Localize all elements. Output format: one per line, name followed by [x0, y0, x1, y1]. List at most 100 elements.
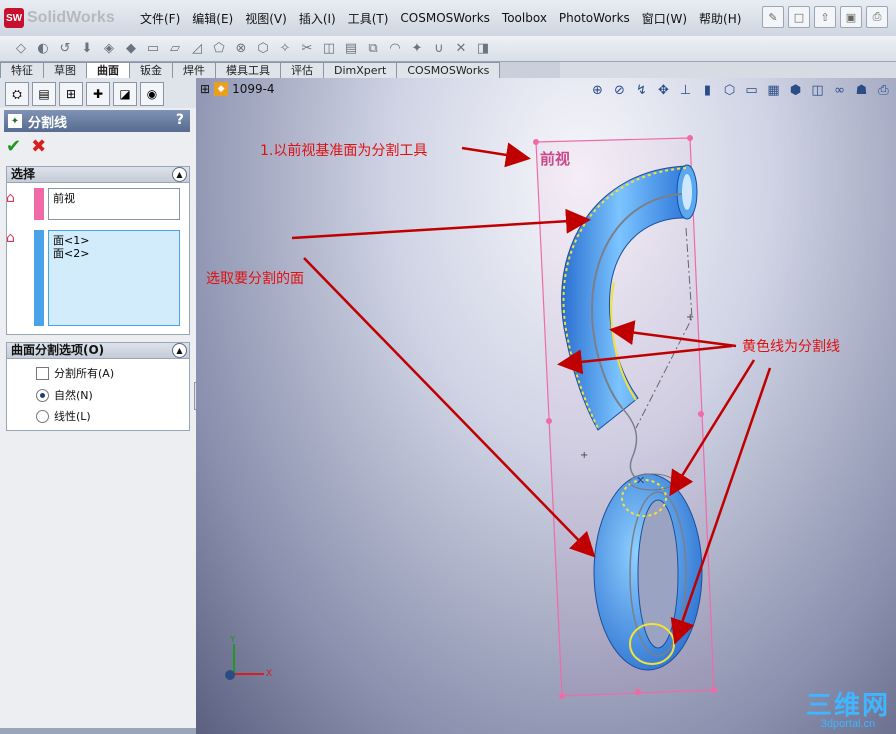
new-document-icon[interactable]: □ — [788, 6, 810, 28]
logo-text: SolidWorks — [27, 9, 115, 26]
thicken-icon[interactable]: ▤ — [342, 40, 360, 58]
radiate-surface-icon[interactable]: ◿ — [188, 40, 206, 58]
feature-manager-tab-icon[interactable]: ⛭ — [5, 82, 29, 106]
tab-sketch[interactable]: 草图 — [43, 62, 87, 78]
faces-color-swatch — [34, 230, 44, 326]
trim-surface-icon[interactable]: ✂ — [298, 40, 316, 58]
menu-insert[interactable]: 插入(I) — [299, 10, 336, 27]
faces-to-split-list[interactable]: 面<1> 面<2> — [48, 230, 180, 326]
y-axis-label: Y — [229, 635, 236, 645]
annotation-splitting-tool: 1.以前视基准面为分割工具 — [260, 143, 428, 159]
menu-view[interactable]: 视图(V) — [245, 10, 287, 27]
menu-edit[interactable]: 编辑(E) — [192, 10, 233, 27]
svg-text:✕: ✕ — [636, 474, 645, 487]
checkbox-box[interactable] — [36, 366, 49, 380]
untrim-surface-icon[interactable]: ◫ — [320, 40, 338, 58]
print-icon[interactable]: ⎙ — [866, 6, 888, 28]
tab-mold-tools[interactable]: 模具工具 — [215, 62, 281, 78]
save-icon[interactable]: ▣ — [840, 6, 862, 28]
swept-surface-icon[interactable]: ↺ — [56, 40, 74, 58]
property-manager-tab-icon[interactable]: ▤ — [32, 82, 56, 106]
fillet-icon[interactable]: ◠ — [386, 40, 404, 58]
panel-bottom-strip — [0, 728, 196, 734]
watermark-title: 三维网 — [805, 690, 890, 720]
selection-section-header[interactable]: 选择 ▲ — [6, 166, 190, 183]
tab-weldments[interactable]: 焊件 — [172, 62, 216, 78]
reference-geometry-icon[interactable]: ✕ — [452, 40, 470, 58]
graphics-area[interactable]: ⊞ ◆ 1099-4 ⊕ ⊘ ↯ ✥ ⊥ ▮ ⬡ ▭ ▦ ⬢ ◫ ∞ ☗ ⎙ +… — [196, 78, 896, 734]
panel-title: 分割线 — [28, 115, 68, 131]
tab-evaluate[interactable]: 评估 — [280, 62, 324, 78]
extruded-surface-icon[interactable]: ◇ — [12, 40, 30, 58]
menu-photoworks[interactable]: PhotoWorks — [559, 11, 630, 25]
plane-selector-icon: ⌂ — [6, 190, 15, 206]
selection-heading: 选择 — [11, 167, 36, 181]
ok-check-icon[interactable]: ✔ — [6, 136, 21, 157]
tab-cosmosworks[interactable]: COSMOSWorks — [396, 62, 501, 78]
open-icon[interactable]: ⇧ — [814, 6, 836, 28]
revolved-surface-icon[interactable]: ◐ — [34, 40, 52, 58]
offset-surface-icon[interactable]: ▱ — [166, 40, 184, 58]
delete-face-icon[interactable]: ⊗ — [232, 40, 250, 58]
display-manager-tab-icon[interactable]: ◪ — [113, 82, 137, 106]
knit-surface-icon[interactable]: ⬠ — [210, 40, 228, 58]
x-axis-label: X — [266, 669, 272, 679]
configuration-manager-tab-icon[interactable]: ⊞ — [59, 82, 83, 106]
radio-circle[interactable] — [36, 409, 49, 423]
collapse-up-icon[interactable]: ▲ — [172, 343, 187, 358]
boundary-surface-icon[interactable]: ◈ — [100, 40, 118, 58]
options-section-header[interactable]: 曲面分割选项(O) ▲ — [6, 342, 190, 359]
lofted-surface-icon[interactable]: ⬇ — [78, 40, 96, 58]
plane-color-swatch — [34, 188, 44, 220]
menu-toolbox[interactable]: Toolbox — [502, 11, 547, 25]
natural-radio[interactable]: 自然(N) — [36, 387, 93, 403]
quick-access-toolbar: ✎ □ ⇧ ▣ ⎙ — [762, 6, 888, 28]
tab-features[interactable]: 特征 — [0, 62, 44, 78]
replace-face-icon[interactable]: ⬡ — [254, 40, 272, 58]
dimxpert-manager-tab-icon[interactable]: ✚ — [86, 82, 110, 106]
help-icon[interactable]: ? — [176, 112, 184, 128]
pin-icon[interactable]: ✎ — [762, 6, 784, 28]
faces-selector-icon: ⌂ — [6, 230, 15, 246]
planar-surface-icon[interactable]: ▭ — [144, 40, 162, 58]
cut-with-surface-icon[interactable]: ⧉ — [364, 40, 382, 58]
tab-dimxpert[interactable]: DimXpert — [323, 62, 398, 78]
menu-tools[interactable]: 工具(T) — [348, 10, 389, 27]
panel-title-bar: ✦ 分割线 ? — [4, 110, 190, 132]
appearance-tab-icon[interactable]: ◉ — [140, 82, 164, 106]
ring-part[interactable]: ✕ — [593, 473, 703, 671]
triad-axes: Y X — [225, 635, 272, 680]
list-item[interactable]: 面<1> — [53, 234, 175, 247]
menu-file[interactable]: 文件(F) — [140, 10, 180, 27]
options-heading: 曲面分割选项(O) — [11, 343, 105, 357]
collapse-up-icon[interactable]: ▲ — [172, 167, 187, 182]
curves-icon[interactable]: ∪ — [430, 40, 448, 58]
annotation-select-faces: 选取要分割的面 — [206, 271, 304, 287]
tab-sheet-metal[interactable]: 钣金 — [129, 62, 173, 78]
extend-surface-icon[interactable]: ✧ — [276, 40, 294, 58]
watermark-logo: 三维网 3dportal.cn — [806, 692, 890, 730]
splitting-tool-field[interactable]: 前视 — [48, 188, 180, 220]
radio-circle[interactable] — [36, 388, 49, 402]
linear-label: 线性(L) — [54, 410, 91, 423]
filled-surface-icon[interactable]: ◆ — [122, 40, 140, 58]
list-item[interactable]: 面<2> — [53, 247, 175, 260]
menu-help[interactable]: 帮助(H) — [699, 10, 741, 27]
linear-radio[interactable]: 线性(L) — [36, 408, 91, 424]
split-all-label: 分割所有(A) — [54, 367, 115, 380]
split-line-icon[interactable]: ✦ — [408, 40, 426, 58]
move-face-icon[interactable]: ◨ — [474, 40, 492, 58]
plane-label: 前视 — [540, 150, 570, 168]
ok-cancel-row: ✔ ✖ — [6, 136, 46, 157]
menu-window[interactable]: 窗口(W) — [642, 10, 687, 27]
split-all-checkbox[interactable]: 分割所有(A) — [36, 365, 114, 381]
tab-surfaces[interactable]: 曲面 — [86, 62, 130, 79]
menu-cosmosworks[interactable]: COSMOSWorks — [400, 11, 490, 25]
sw-badge-icon: SW — [4, 8, 24, 28]
model-scene[interactable]: + + ✕ Y X 前视 — [196, 78, 896, 734]
command-manager-tabs: 特征 草图 曲面 钣金 焊件 模具工具 评估 DimXpert COSMOSWo… — [0, 62, 560, 79]
cancel-x-icon[interactable]: ✖ — [31, 136, 46, 157]
splitting-tool-value: 前视 — [53, 192, 75, 205]
main-menu: 文件(F) 编辑(E) 视图(V) 插入(I) 工具(T) COSMOSWork… — [140, 0, 753, 36]
solidworks-logo: SW SolidWorks — [4, 6, 115, 30]
